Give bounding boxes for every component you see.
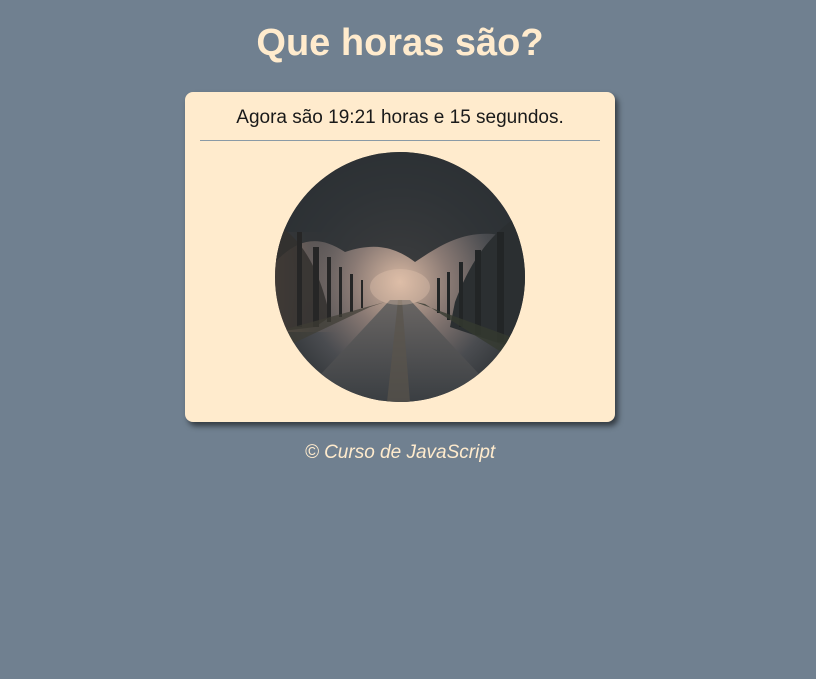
page: Que horas são? Agora são 19:21 horas e 1…	[0, 0, 816, 679]
time-message: Agora são 19:21 horas e 15 segundos.	[236, 107, 564, 128]
time-of-day-image	[275, 152, 525, 402]
page-title: Que horas são?	[256, 22, 544, 64]
divider	[200, 140, 600, 141]
tree-path-illustration	[275, 152, 525, 402]
clock-card: Agora são 19:21 horas e 15 segundos.	[185, 92, 615, 422]
footer-credit: © Curso de JavaScript	[304, 442, 496, 463]
